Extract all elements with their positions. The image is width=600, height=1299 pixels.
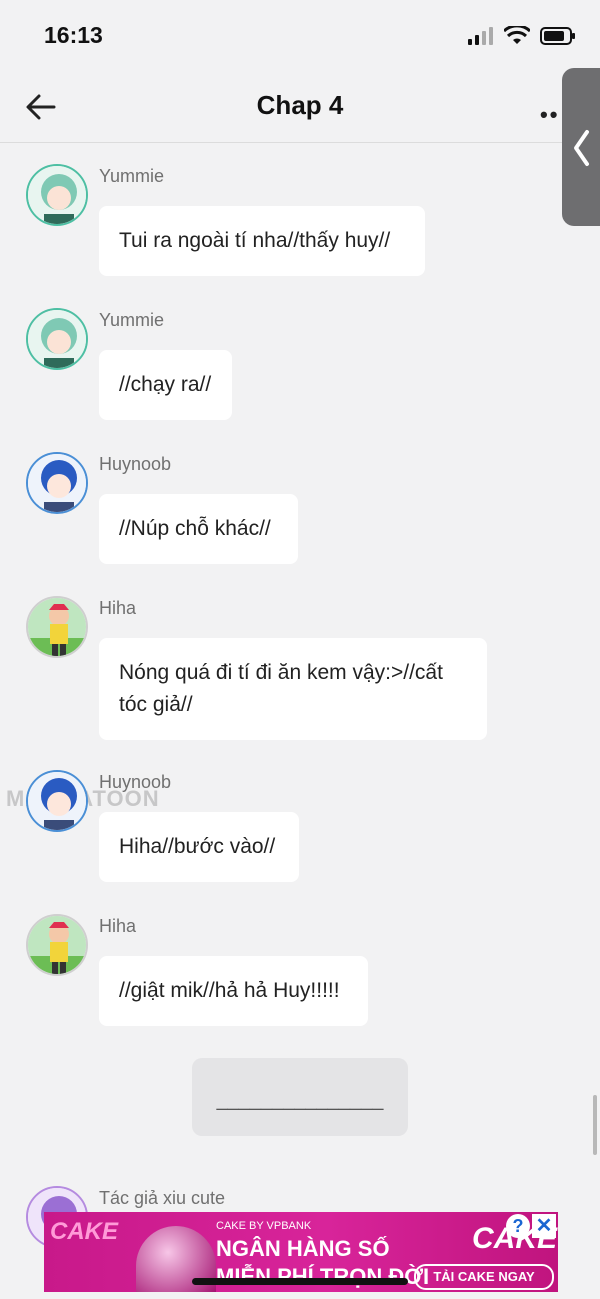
ad-cta-button[interactable]: TẢI CAKE NGAY — [414, 1264, 554, 1290]
scrollbar[interactable] — [593, 1095, 597, 1155]
status-time: 16:13 — [44, 22, 103, 48]
message-bubble: //giật mik//hả hả Huy!!!!! — [99, 956, 368, 1026]
avatar[interactable] — [26, 914, 88, 976]
page-title: Chap 4 — [256, 90, 344, 120]
signal-icon — [468, 27, 493, 45]
ad-headline-2: MIỄN PHÍ TRỌN ĐỜI — [216, 1264, 430, 1289]
home-indicator[interactable] — [192, 1278, 408, 1285]
sender-name: Huynoob — [99, 454, 172, 474]
sender-name: Yummie — [99, 166, 165, 186]
sender-name: Huynoob — [99, 772, 172, 792]
avatar[interactable] — [26, 770, 88, 832]
ad-info-icon[interactable]: ? — [506, 1214, 530, 1238]
ad-close-icon[interactable]: ✕ — [532, 1214, 556, 1238]
ad-headline-1: NGÂN HÀNG SỐ — [216, 1236, 390, 1261]
nav-bar: Chap 4 •• — [0, 70, 600, 143]
message-bubble: Nóng quá đi tí đi ăn kem vậy:>//cất tóc … — [99, 638, 487, 740]
side-panel-handle[interactable] — [562, 68, 600, 226]
sender-name: Hiha — [99, 916, 137, 936]
avatar[interactable] — [26, 452, 88, 514]
status-bar: 16:13 — [0, 0, 600, 70]
sender-name: Tác giả xiu cute — [99, 1188, 226, 1208]
more-button[interactable]: •• — [540, 102, 559, 128]
sender-name: Hiha — [99, 598, 137, 618]
chevron-left-icon — [574, 130, 589, 166]
avatar[interactable] — [26, 596, 88, 658]
battery-icon — [540, 27, 575, 45]
status-icons — [468, 26, 576, 46]
ad-small-text: CAKE BY VPBANK — [216, 1220, 312, 1232]
avatar[interactable] — [26, 308, 88, 370]
message-bubble: Tui ra ngoài tí nha//thấy huy// — [99, 206, 425, 276]
sender-name: Yummie — [99, 310, 165, 330]
message-bubble: //chạy ra// — [99, 350, 232, 420]
message-bubble: Hiha//bước vào// — [99, 812, 299, 882]
section-divider: _______________ — [192, 1058, 408, 1136]
ad-logo-left: CAKE — [50, 1218, 119, 1245]
avatar[interactable] — [26, 164, 88, 226]
wifi-icon — [504, 26, 530, 44]
message-bubble: //Núp chỗ khác// — [99, 494, 298, 564]
